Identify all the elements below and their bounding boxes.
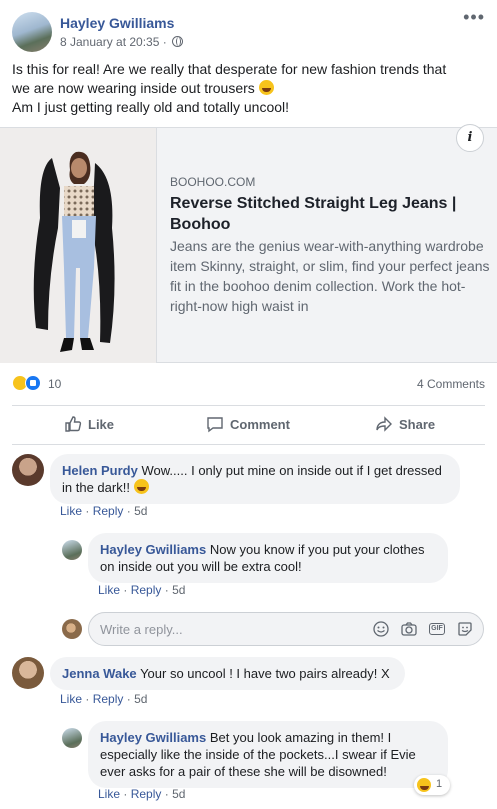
globe-icon — [172, 36, 184, 47]
comment-reply-link[interactable]: Reply — [93, 692, 124, 706]
commenter-name[interactable]: Jenna Wake — [62, 666, 137, 681]
replier-avatar[interactable] — [62, 540, 82, 560]
share-button[interactable]: Share — [375, 406, 435, 444]
reply-like-link[interactable]: Like — [98, 583, 120, 597]
post-header: Hayley Gwilliams 8 January at 20:35 · ••… — [12, 8, 485, 54]
reply-actions: Like · Reply · 5d — [98, 583, 186, 597]
model-photo — [0, 128, 156, 363]
info-button[interactable]: i — [456, 124, 484, 152]
author-name[interactable]: Hayley Gwilliams — [60, 15, 174, 31]
like-button[interactable]: Like — [64, 406, 114, 444]
comment-icon — [207, 417, 223, 433]
reply-reply-link[interactable]: Reply — [131, 787, 162, 801]
laughing-emoji-icon — [417, 778, 431, 792]
reply-like-link[interactable]: Like — [98, 787, 120, 801]
comment-bubble: Helen Purdy Wow..... I only put mine on … — [50, 454, 460, 504]
comment-text: Your so uncool ! I have two pairs alread… — [140, 666, 390, 681]
link-title[interactable]: Reverse Stitched Straight Leg Jeans | Bo… — [170, 193, 482, 235]
link-domain: BOOHOO.COM — [170, 175, 256, 189]
link-preview-image[interactable] — [0, 128, 157, 363]
post-text-line: Is this for real! Are we really that des… — [12, 61, 447, 77]
commenter-avatar[interactable] — [12, 657, 44, 689]
thumbs-up-icon — [65, 416, 82, 432]
author-avatar[interactable] — [12, 12, 52, 52]
link-description: Jeans are the genius wear-with-anything … — [170, 238, 490, 314]
reply-time[interactable]: 5d — [172, 787, 185, 801]
laughing-emoji-icon — [258, 80, 274, 95]
replier-name[interactable]: Hayley Gwilliams — [100, 730, 206, 745]
reaction-count[interactable]: 10 — [48, 377, 61, 391]
reply-actions: Like · Reply · 5d — [98, 787, 186, 801]
reply-bubble: Hayley Gwilliams Now you know if you put… — [88, 533, 448, 583]
reply-bubble: Hayley Gwilliams Bet you look amazing in… — [88, 721, 448, 788]
comment-reply-link[interactable]: Reply — [93, 504, 124, 518]
replier-name[interactable]: Hayley Gwilliams — [100, 542, 206, 557]
grinning-emoji-icon — [133, 479, 149, 494]
more-options-icon[interactable]: ••• — [463, 8, 485, 26]
camera-icon[interactable] — [401, 621, 417, 637]
reply-time[interactable]: 5d — [172, 583, 185, 597]
comments-count[interactable]: 4 Comments — [417, 377, 485, 391]
comment-reaction-count: 1 — [436, 778, 443, 790]
reply-reply-link[interactable]: Reply — [131, 583, 162, 597]
sticker-icon[interactable] — [457, 621, 473, 637]
reactions-bar: 10 4 Comments — [12, 373, 485, 393]
action-bar: Like Comment Share — [12, 405, 485, 445]
comment-time[interactable]: 5d — [134, 504, 147, 518]
like-reaction-icon[interactable] — [25, 375, 41, 391]
post-timestamp[interactable]: 8 January at 20:35 · — [60, 35, 184, 49]
replier-avatar[interactable] — [62, 728, 82, 748]
comment-reaction-pill[interactable]: 1 — [414, 775, 450, 795]
post-text-line: Am I just getting really old and totally… — [12, 99, 290, 115]
gif-icon[interactable]: GIF — [429, 623, 445, 635]
comment-button[interactable]: Comment — [206, 406, 290, 444]
emoji-picker-icon[interactable] — [373, 621, 389, 637]
comment-actions: Like · Reply · 5d — [60, 692, 148, 706]
share-icon — [376, 416, 392, 432]
comment-actions: Like · Reply · 5d — [60, 504, 148, 518]
post-text-line: we are now wearing inside out trousers — [12, 79, 487, 98]
reply-placeholder: Write a reply... — [100, 622, 183, 637]
reply-input[interactable]: Write a reply... GIF — [88, 612, 484, 646]
comment-like-link[interactable]: Like — [60, 692, 82, 706]
current-user-avatar — [62, 619, 82, 639]
post-text: Is this for real! Are we really that des… — [12, 60, 487, 117]
comment-like-link[interactable]: Like — [60, 504, 82, 518]
link-preview-card[interactable]: i BOOHOO.COM Reverse Stitched Straight L… — [0, 124, 497, 363]
commenter-name[interactable]: Helen Purdy — [62, 463, 138, 478]
comment-bubble: Jenna Wake Your so uncool ! I have two p… — [50, 657, 405, 690]
comment-time[interactable]: 5d — [134, 692, 147, 706]
commenter-avatar[interactable] — [12, 454, 44, 486]
